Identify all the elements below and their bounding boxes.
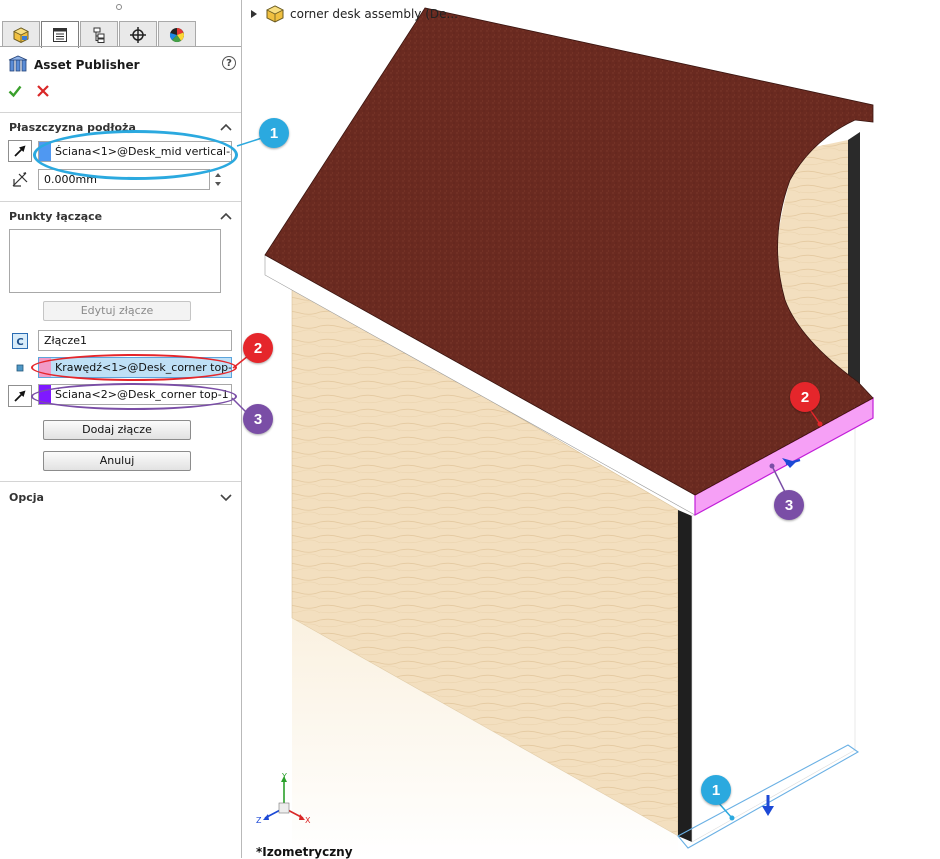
section-title-option: Opcja [9, 491, 44, 504]
expand-arrow-icon[interactable] [250, 9, 258, 19]
desk-back-edge [848, 132, 860, 390]
section-divider [0, 481, 241, 482]
view-orientation-label: *Izometryczny [256, 845, 353, 859]
feature-tree-root[interactable]: corner desk assembly (De... [250, 5, 458, 23]
assembly-name: corner desk assembly (De... [290, 7, 458, 21]
triad-z-label: Z [256, 816, 262, 825]
triad-y-label: Y [281, 772, 287, 781]
model-callout-1: 1 [701, 775, 731, 805]
desk-corner-edge [678, 510, 692, 842]
graphics-viewport[interactable]: Y X Z [243, 0, 940, 858]
cancel-button[interactable]: Anuluj [43, 451, 191, 471]
triad-x-label: X [305, 816, 311, 825]
model-callout-2: 2 [790, 382, 820, 412]
desk-model-view: Y X Z [256, 7, 874, 858]
assembly-icon [266, 5, 284, 23]
model-callout-3: 3 [774, 490, 804, 520]
expand-chevron-down-icon[interactable] [220, 492, 232, 502]
